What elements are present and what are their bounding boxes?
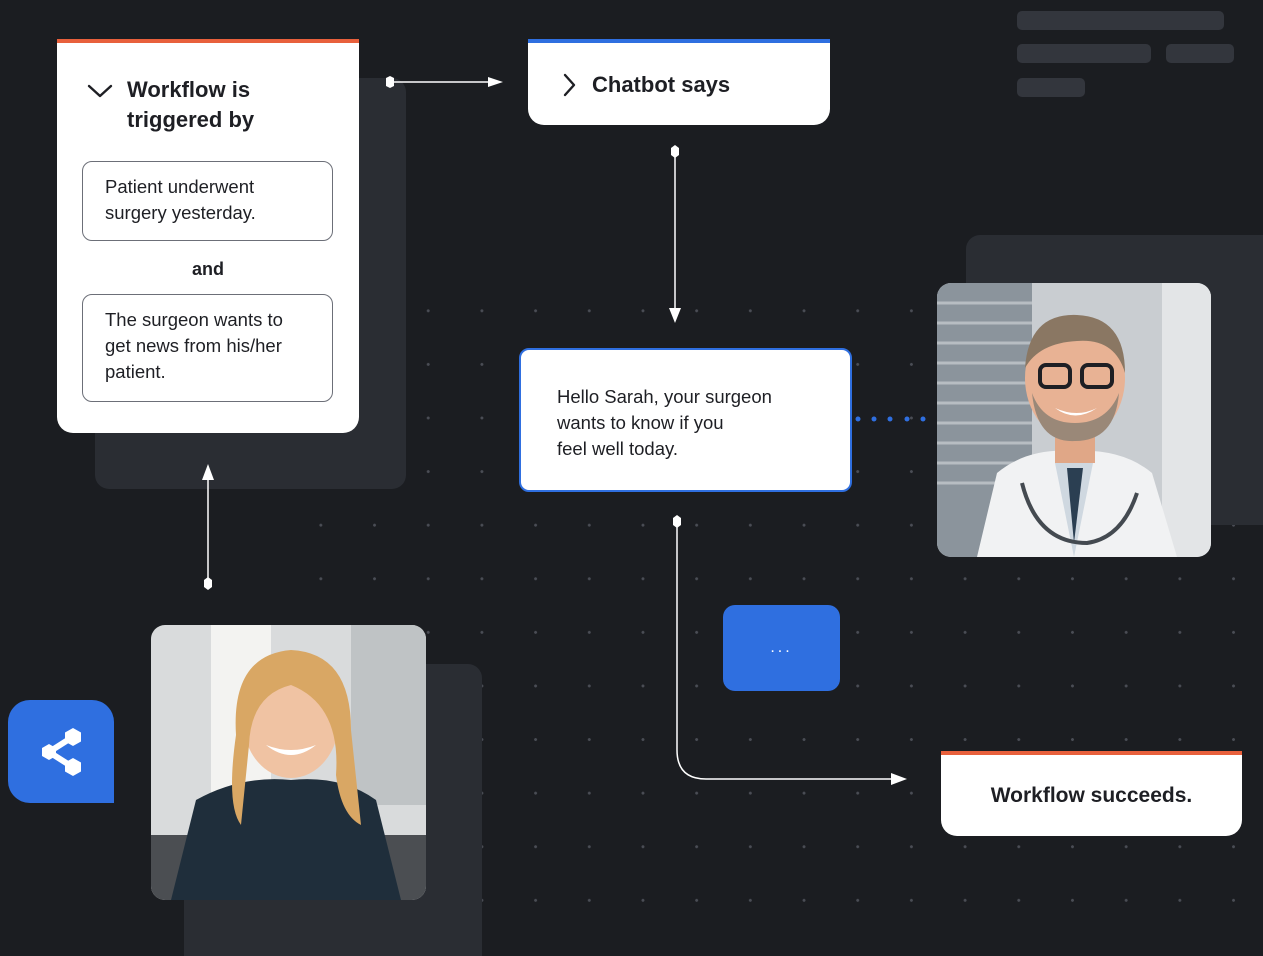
patient-photo xyxy=(151,625,426,900)
workflow-app-icon[interactable] xyxy=(8,700,114,803)
result-card: Workflow succeeds. xyxy=(941,751,1242,836)
chevron-down-icon[interactable] xyxy=(87,83,113,99)
result-label: Workflow succeeds. xyxy=(990,783,1193,807)
doctor-photo xyxy=(937,283,1211,557)
chatbot-title: Chatbot says xyxy=(592,72,731,97)
typing-indicator: ... xyxy=(723,605,840,691)
trigger-card: Workflow is triggered by Patient underwe… xyxy=(57,39,359,433)
condition-connector-label: and xyxy=(191,259,224,279)
share-nodes-icon xyxy=(42,727,81,776)
message-line: feel well today. xyxy=(557,438,678,459)
trigger-condition-2[interactable]: The surgeon wants to get news from his/h… xyxy=(82,294,333,402)
trigger-title: Workflow is triggered by xyxy=(127,77,255,132)
chatbot-card[interactable]: Chatbot says xyxy=(528,39,830,125)
trigger-condition-1[interactable]: Patient underwent surgery yesterday. xyxy=(82,161,333,241)
chevron-right-icon[interactable] xyxy=(562,73,576,97)
message-line: wants to know if you xyxy=(557,412,724,433)
chatbot-message[interactable]: Hello Sarah, your surgeon wants to know … xyxy=(519,348,852,492)
message-line: Hello Sarah, your surgeon xyxy=(557,386,772,407)
